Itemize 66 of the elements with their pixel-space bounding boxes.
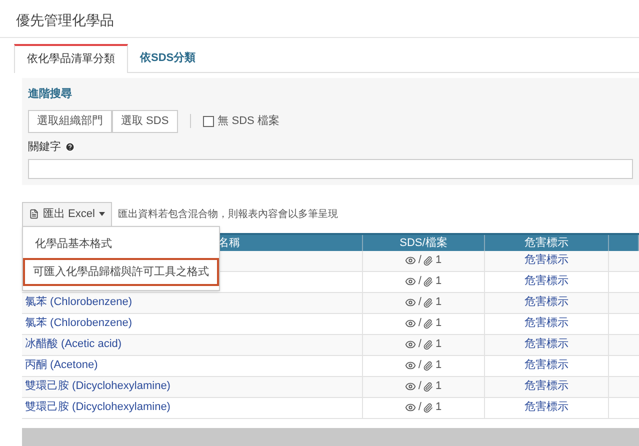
paperclip-icon[interactable]: [423, 256, 434, 266]
sds-count: 1: [435, 295, 442, 310]
separator: /: [418, 400, 422, 416]
eye-icon[interactable]: [405, 402, 416, 413]
eye-icon[interactable]: [405, 276, 416, 287]
paperclip-icon[interactable]: [423, 298, 434, 308]
select-button[interactable]: 選取組織部門: [28, 110, 112, 132]
paperclip-icon[interactable]: [423, 382, 434, 392]
separator: /: [418, 379, 422, 394]
chemical-name-link[interactable]: 氯苯 (Chlorobenzene): [25, 315, 132, 332]
eye-icon[interactable]: [405, 318, 416, 329]
sds-count: 1: [435, 358, 442, 374]
hazard-link[interactable]: 危害標示: [524, 357, 568, 374]
select-button[interactable]: 選取 SDS: [112, 110, 178, 132]
hazard-link[interactable]: 危害標示: [524, 378, 568, 395]
paperclip-icon[interactable]: [423, 318, 434, 328]
separator: /: [418, 295, 422, 310]
column-header: SDS/檔案: [400, 236, 448, 250]
chemical-name-link[interactable]: 雙環己胺 (Dicyclohexylamine): [25, 378, 170, 395]
checkbox[interactable]: [202, 116, 214, 127]
tab[interactable]: 依化學品清單分類: [14, 44, 128, 72]
sds-count: 1: [435, 379, 442, 394]
eye-icon[interactable]: [405, 255, 416, 266]
chemical-name-link[interactable]: 丙酮 (Acetone): [25, 357, 98, 374]
column-header: 危害標示: [524, 236, 568, 250]
hazard-link[interactable]: 危害標示: [524, 252, 568, 269]
separator: /: [418, 358, 422, 374]
hazard-link[interactable]: 危害標示: [524, 399, 568, 416]
hazard-link[interactable]: 危害標示: [524, 336, 568, 353]
paperclip-icon[interactable]: [423, 276, 434, 286]
hazard-link[interactable]: 危害標示: [524, 315, 568, 332]
eye-icon[interactable]: [405, 339, 416, 350]
page-title: 優先管理化學品: [16, 11, 115, 30]
chemical-name-link[interactable]: 雙環己胺 (Dicyclohexylamine): [25, 399, 170, 416]
menu-item[interactable]: 可匯入化學品歸檔與許可工具之格式: [23, 258, 219, 286]
keyword-label: 關鍵字: [28, 140, 61, 154]
sds-count: 1: [435, 316, 442, 332]
separator: /: [418, 253, 422, 268]
sds-count: 1: [435, 253, 442, 268]
eye-icon[interactable]: [405, 297, 416, 308]
tab[interactable]: 依SDS分類: [128, 44, 208, 72]
paperclip-icon[interactable]: [423, 360, 434, 370]
hazard-link[interactable]: 危害標示: [524, 273, 568, 290]
eye-icon[interactable]: [405, 360, 416, 371]
separator: /: [418, 274, 422, 290]
sds-count: 1: [435, 337, 442, 352]
paperclip-icon[interactable]: [423, 340, 434, 350]
keyword-field[interactable]: [28, 159, 633, 179]
help-icon: [65, 142, 75, 152]
sds-count: 1: [435, 400, 442, 416]
chemical-name-link[interactable]: 氯苯 (Chlorobenzene): [25, 294, 132, 311]
document-icon: [29, 209, 39, 220]
export-note: 匯出資料若包含混合物，則報表內容會以多筆呈現: [118, 208, 338, 222]
separator: /: [418, 337, 422, 352]
separator: /: [418, 316, 422, 332]
caret-icon: [98, 212, 105, 216]
paperclip-icon[interactable]: [423, 402, 434, 412]
chemical-name-link[interactable]: 冰醋酸 (Acetic acid): [25, 336, 122, 353]
checkbox-label: 無 SDS 檔案: [218, 114, 280, 129]
hazard-link[interactable]: 危害標示: [524, 294, 568, 311]
export-excel-button[interactable]: 匯出 Excel: [22, 202, 112, 226]
panel-title: 進階搜尋: [28, 86, 73, 102]
scrollbar[interactable]: [22, 428, 639, 446]
sds-count: 1: [435, 274, 442, 290]
eye-icon[interactable]: [405, 381, 416, 392]
menu-item[interactable]: 化學品基本格式: [23, 231, 219, 258]
